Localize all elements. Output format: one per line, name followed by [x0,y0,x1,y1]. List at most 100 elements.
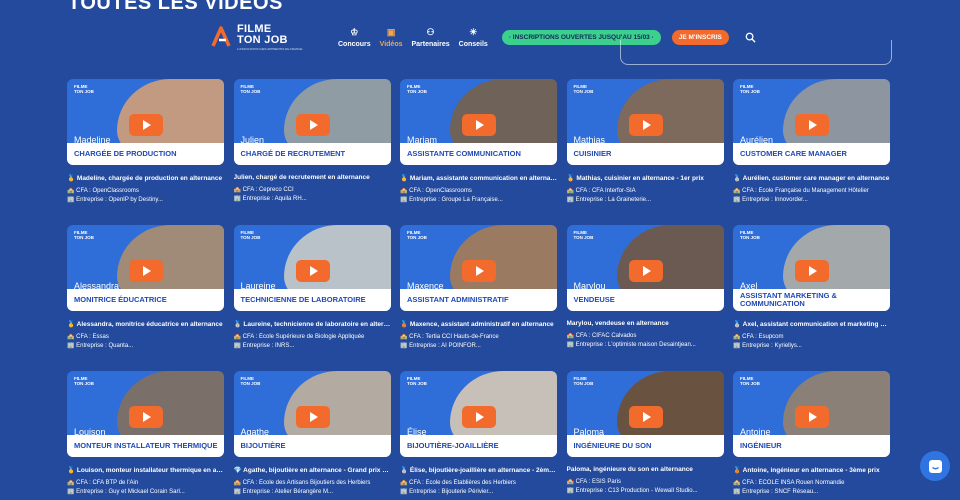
company-line: 🏢 Entreprise : L'optimiste maison Desain… [566,342,696,348]
thumbnail-logo: FILME TON JOB [574,84,594,94]
job-title-bar: BIJOUTIÈRE-JOAILLIÈRE [400,435,557,457]
nav-label: Vidéos [379,40,403,48]
job-title: MONTEUR INSTALLATEUR THERMIQUE [74,441,218,450]
video-grid: FILME TON JOB Madeline 1ER PRIX CHARGÉE … [67,79,890,500]
company-line: 🏢 Entreprise : Aquila RH... [233,196,307,202]
company-line: 🏢 Entreprise : Guy et Mickael Corain Sar… [67,489,185,495]
video-caption[interactable]: 🥇 Mariam, assistante communication en al… [400,174,557,182]
video-thumbnail[interactable]: FILME TON JOB Élise 2ÈME PRIX BIJOUTIÈRE… [400,371,557,457]
job-title-bar: ASSISTANT ADMINISTRATIF [400,289,557,311]
cfa-line: 🏫 CFA : Tertia CCI Hauts-de-France [400,334,499,340]
play-icon[interactable] [129,260,163,282]
thumbnail-logo: FILME TON JOB [74,84,94,94]
page-title: TOUTES LES VIDEOS [68,0,283,14]
play-icon[interactable] [628,114,663,136]
video-caption[interactable]: Julien, chargé de recrutement en alterna… [234,174,391,181]
video-card[interactable]: FILME TON JOB Paloma INGÉNIEURE DU SON P… [566,371,724,500]
job-title-bar: MONITRICE ÉDUCATRICE [67,289,224,311]
job-title: MONITRICE ÉDUCATRICE [74,295,167,304]
play-icon[interactable] [295,260,330,282]
video-card[interactable]: FILME TON JOB Laureine 2ÈME PRIX TECHNIC… [233,225,391,371]
video-caption[interactable]: 🥇 Louison, monteur installateur thermiqu… [67,466,224,474]
video-thumbnail[interactable]: FILME TON JOB Aurélien 2ÈME PRIX CUSTOME… [733,79,890,165]
video-thumbnail[interactable]: FILME TON JOB Mariam HUMOUR ASSISTANTE C… [400,79,557,165]
video-thumbnail[interactable]: FILME TON JOB Alessandra 1ER PRIX MONITR… [67,225,224,311]
job-title-bar: CHARGÉ DE RECRUTEMENT [233,143,391,165]
video-thumbnail[interactable]: FILME TON JOB Marylou VENDEUSE [566,225,724,311]
play-icon[interactable] [295,114,330,136]
play-icon[interactable] [462,260,496,282]
thumbnail-logo: FILME TON JOB [407,84,427,94]
thumbnail-logo: FILME TON JOB [407,376,427,386]
video-caption[interactable]: 🥇 Alessandra, monitrice éducatrice en al… [67,320,224,328]
nav-conseils[interactable]: ☀ Conseils [459,27,488,48]
video-thumbnail[interactable]: FILME TON JOB Mathias 1ER PRIX CUISINIER [566,79,724,165]
video-card[interactable]: FILME TON JOB Élise 2ÈME PRIX BIJOUTIÈRE… [400,371,557,500]
video-thumbnail[interactable]: FILME TON JOB Paloma INGÉNIEURE DU SON [566,371,724,457]
thumbnail-logo-line-2: TON JOB [740,89,760,94]
video-caption[interactable]: 🥈 Laureine, technicienne de laboratoire … [234,320,391,328]
video-caption[interactable]: 🥈 Élise, bijoutière-joaillière en altern… [400,466,557,474]
play-icon[interactable] [462,406,496,428]
video-thumbnail[interactable]: FILME TON JOB Louison 1ER PRIX MONTEUR I… [67,371,224,457]
video-card[interactable]: FILME TON JOB Axel 2ÈME PRIX ASSISTANT M… [733,225,890,371]
video-card[interactable]: FILME TON JOB Aurélien 2ÈME PRIX CUSTOME… [733,79,890,225]
video-caption[interactable]: 🥈 Aurélien, customer care manager en alt… [733,174,890,182]
thumbnail-logo: FILME TON JOB [241,230,261,240]
nav-partenaires[interactable]: ⚇ Partenaires [412,27,450,48]
thumbnail-logo-line-2: TON JOB [74,235,94,240]
video-caption[interactable]: 🥈 Axel, assistant communication et marke… [733,320,890,328]
video-card[interactable]: FILME TON JOB Antoine 3ÈME PRIX INGÉNIEU… [733,371,890,500]
job-title: BIJOUTIÈRE-JOAILLIÈRE [407,441,499,450]
video-thumbnail[interactable]: FILME TON JOB Laureine 2ÈME PRIX TECHNIC… [233,225,391,311]
cfa-line: 🏫 CFA : CIFAC Calvados [566,333,637,339]
video-card[interactable]: FILME TON JOB Madeline 1ER PRIX CHARGÉE … [67,79,224,225]
video-caption[interactable]: Marylou, vendeuse en alternance [567,320,724,327]
video-card[interactable]: FILME TON JOB Mathias 1ER PRIX CUISINIER… [566,79,724,225]
play-icon[interactable] [795,114,829,136]
cfa-line: 🏫 CFA : CFA BTP de l'Ain [67,480,139,486]
chat-button[interactable] [920,451,950,481]
site-logo[interactable]: FILME TON JOB L'ASSOCIATION DES APPRENTI… [210,23,338,51]
nav-concours[interactable]: ♔ Concours [338,27,371,48]
video-card[interactable]: FILME TON JOB Julien CHARGÉ DE RECRUTEME… [233,79,391,225]
play-icon[interactable] [795,406,829,428]
video-card[interactable]: FILME TON JOB Louison 1ER PRIX MONTEUR I… [67,371,224,500]
video-thumbnail[interactable]: FILME TON JOB Agathe PRIX DU JURY BIJOUT… [233,371,391,457]
video-caption[interactable]: 🥇 Madeline, chargée de production en alt… [67,174,224,182]
play-icon[interactable] [628,260,663,282]
play-icon[interactable] [795,260,829,282]
play-icon[interactable] [628,406,663,428]
video-thumbnail[interactable]: FILME TON JOB Antoine 3ÈME PRIX INGÉNIEU… [733,371,890,457]
thumbnail-logo: FILME TON JOB [740,230,760,240]
job-title: VENDEUSE [573,295,615,304]
job-title-bar: ASSISTANT MARKETING & COMMUNICATION [733,289,890,311]
job-title-bar: MONTEUR INSTALLATEUR THERMIQUE [67,435,224,457]
video-thumbnail[interactable]: FILME TON JOB Madeline 1ER PRIX CHARGÉE … [67,79,224,165]
search-panel-edge [620,40,892,65]
nav-videos[interactable]: ▣ Vidéos [380,27,403,48]
video-card[interactable]: FILME TON JOB Alessandra 1ER PRIX MONITR… [67,225,224,371]
video-caption[interactable]: 💎 Agathe, bijoutière en alternance - Gra… [234,466,391,474]
thumbnail-logo: FILME TON JOB [74,230,94,240]
play-icon[interactable] [129,114,163,136]
video-card[interactable]: FILME TON JOB Agathe PRIX DU JURY BIJOUT… [233,371,391,500]
thumbnail-logo-line-2: TON JOB [573,381,594,386]
video-card[interactable]: FILME TON JOB Maxence 3ÈME PRIX ASSISTAN… [400,225,557,371]
video-card[interactable]: FILME TON JOB Mariam HUMOUR ASSISTANTE C… [400,79,557,225]
video-caption[interactable]: 🥇 Mathias, cuisinier en alternance - 1er… [567,174,724,182]
video-caption[interactable]: 🥉 Maxence, assistant administratif en al… [400,320,557,328]
video-caption[interactable]: 🥉 Antoine, ingénieur en alternance - 3èm… [733,466,890,474]
play-icon[interactable] [129,406,163,428]
thumbnail-logo: FILME TON JOB [574,376,594,386]
video-thumbnail[interactable]: FILME TON JOB Maxence 3ÈME PRIX ASSISTAN… [400,225,557,311]
video-thumbnail[interactable]: FILME TON JOB Julien CHARGÉ DE RECRUTEME… [233,79,391,165]
company-line: 🏢 Entreprise : INRS... [233,343,295,349]
video-card[interactable]: FILME TON JOB Marylou VENDEUSE Marylou, … [566,225,724,371]
video-thumbnail[interactable]: FILME TON JOB Axel 2ÈME PRIX ASSISTANT M… [733,225,890,311]
video-caption[interactable]: Paloma, ingénieure du son en alternance [567,466,724,473]
cfa-line: 🏫 CFA : ÉCOLE INSA Rouen Normandie [733,480,845,486]
play-icon[interactable] [295,406,330,428]
play-icon[interactable] [462,114,496,136]
thumbnail-logo: FILME TON JOB [574,230,594,240]
